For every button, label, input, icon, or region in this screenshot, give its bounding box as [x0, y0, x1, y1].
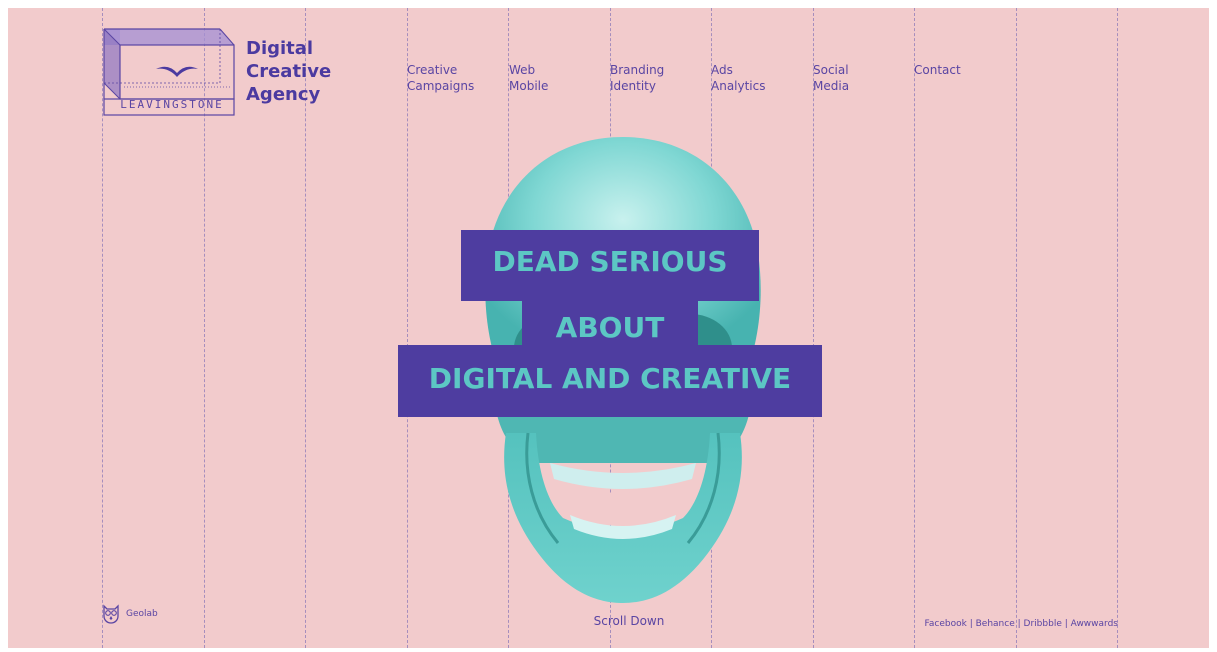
nav-contact[interactable]: Contact	[914, 62, 961, 78]
nav-social-media[interactable]: Social Media	[813, 62, 849, 94]
separator: |	[1064, 619, 1068, 629]
logo-wordmark: LEAVINGSTONE	[120, 98, 224, 111]
geolab-label: Geolab	[126, 609, 158, 619]
grid-line	[914, 8, 915, 648]
nav-creative-campaigns[interactable]: Creative Campaigns	[407, 62, 474, 94]
social-links: Facebook | Behance | Dribbble | Awwwards	[925, 619, 1118, 629]
seagull-icon	[156, 66, 198, 77]
grid-line	[1016, 8, 1017, 648]
owl-icon	[103, 604, 119, 624]
nav-ads-analytics[interactable]: Ads Analytics	[711, 62, 766, 94]
facebook-link[interactable]: Facebook	[925, 619, 967, 629]
behance-link[interactable]: Behance	[976, 619, 1015, 629]
logo[interactable]: LEAVINGSTONE	[102, 27, 244, 117]
nav-label: Identity	[610, 79, 656, 93]
nav-branding-identity[interactable]: Branding Identity	[610, 62, 664, 94]
nav-label: Contact	[914, 63, 961, 77]
brand-line: Agency	[246, 84, 321, 105]
grid-line	[1117, 8, 1118, 648]
nav-label: Web	[509, 63, 536, 77]
grid-line	[813, 8, 814, 648]
nav-label: Media	[813, 79, 850, 93]
nav-web-mobile[interactable]: Web Mobile	[509, 62, 548, 94]
scroll-down-link[interactable]: Scroll Down	[569, 614, 689, 628]
nav-label: Creative	[407, 63, 458, 77]
nav-label: Analytics	[711, 79, 766, 93]
grid-line	[407, 8, 408, 648]
nav-label: Ads	[711, 63, 733, 77]
geolab-link[interactable]: Geolab	[102, 604, 158, 624]
dribbble-link[interactable]: Dribbble	[1024, 619, 1062, 629]
hero-line-2: ABOUT	[522, 296, 698, 356]
nav-label: Branding	[610, 63, 665, 77]
hero-line-1: DEAD SERIOUS	[461, 230, 759, 301]
separator: |	[969, 619, 973, 629]
page: LEAVINGSTONE Digital Creative Agency Cre…	[8, 8, 1209, 648]
nav-label: Campaigns	[407, 79, 475, 93]
brand-line: Creative	[246, 61, 332, 82]
nav-label: Mobile	[509, 79, 549, 93]
brand-line: Digital	[246, 38, 314, 59]
awwwards-link[interactable]: Awwwards	[1071, 619, 1118, 629]
brand-name[interactable]: Digital Creative Agency	[246, 37, 331, 106]
separator: |	[1017, 619, 1021, 629]
nav-label: Social	[813, 63, 849, 77]
